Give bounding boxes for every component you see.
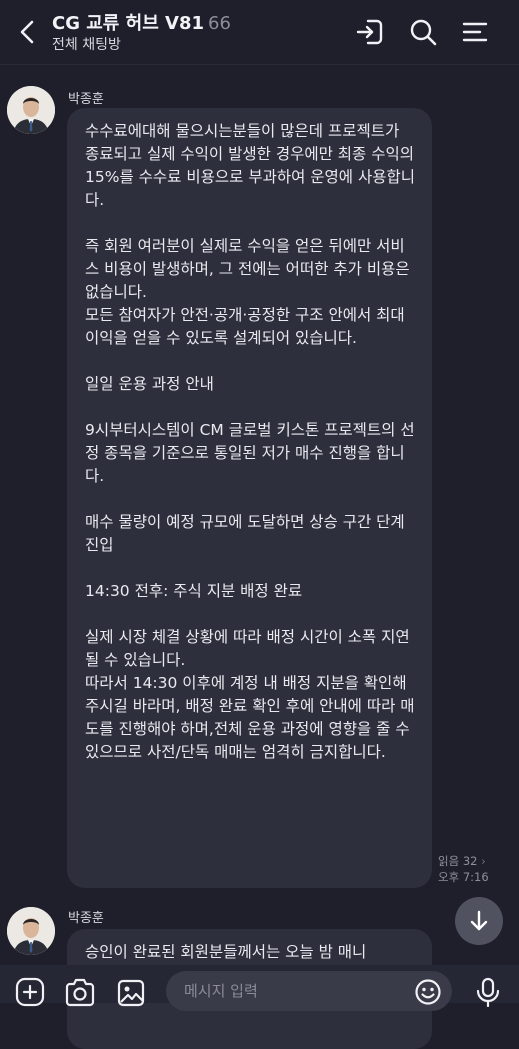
profile-photo-icon: [7, 86, 55, 134]
message-meta: 읽음 32 › 오후 7:16: [438, 853, 489, 885]
voice-button[interactable]: [472, 977, 504, 1007]
message-bubble[interactable]: 수수료에대해 물으시는분들이 많은데 프로젝트가 종료되고 실제 수익이 발생한…: [67, 108, 432, 888]
hamburger-menu-icon: [462, 22, 488, 42]
chat-room-name: CG 교류 허브 V81: [52, 13, 205, 34]
profile-photo-icon: [7, 907, 55, 955]
member-count: 66: [208, 13, 231, 34]
emoji-button[interactable]: [412, 978, 444, 1006]
chat-subtitle: 전체 채팅방: [52, 37, 121, 53]
read-count[interactable]: 읽음 32 ›: [438, 853, 489, 869]
chat-header: CG 교류 허브 V81 66 전체 채팅방: [0, 0, 519, 64]
search-icon: [410, 19, 437, 46]
enter-button[interactable]: [353, 14, 387, 50]
camera-button[interactable]: [64, 977, 96, 1007]
message-time: 오후 7:16: [438, 870, 489, 884]
scroll-to-bottom-button[interactable]: [455, 897, 503, 945]
sender-name: 박종훈: [68, 911, 104, 926]
composer-bar: [0, 965, 519, 1011]
gallery-button[interactable]: [115, 977, 147, 1007]
search-button[interactable]: [406, 14, 440, 50]
sender-name: 박종훈: [68, 92, 104, 107]
avatar[interactable]: [7, 907, 55, 955]
chat-title: CG 교류 허브 V81 66: [52, 9, 231, 35]
message-input[interactable]: [166, 971, 452, 1011]
attach-button[interactable]: [14, 977, 46, 1007]
menu-button[interactable]: [458, 14, 492, 50]
emoji-icon: [415, 979, 441, 1005]
header-divider: [0, 64, 519, 65]
avatar[interactable]: [7, 86, 55, 134]
arrow-down-icon: [470, 910, 488, 931]
back-button[interactable]: [10, 14, 44, 50]
chevron-left-icon: [20, 20, 34, 44]
enter-icon: [356, 19, 383, 45]
